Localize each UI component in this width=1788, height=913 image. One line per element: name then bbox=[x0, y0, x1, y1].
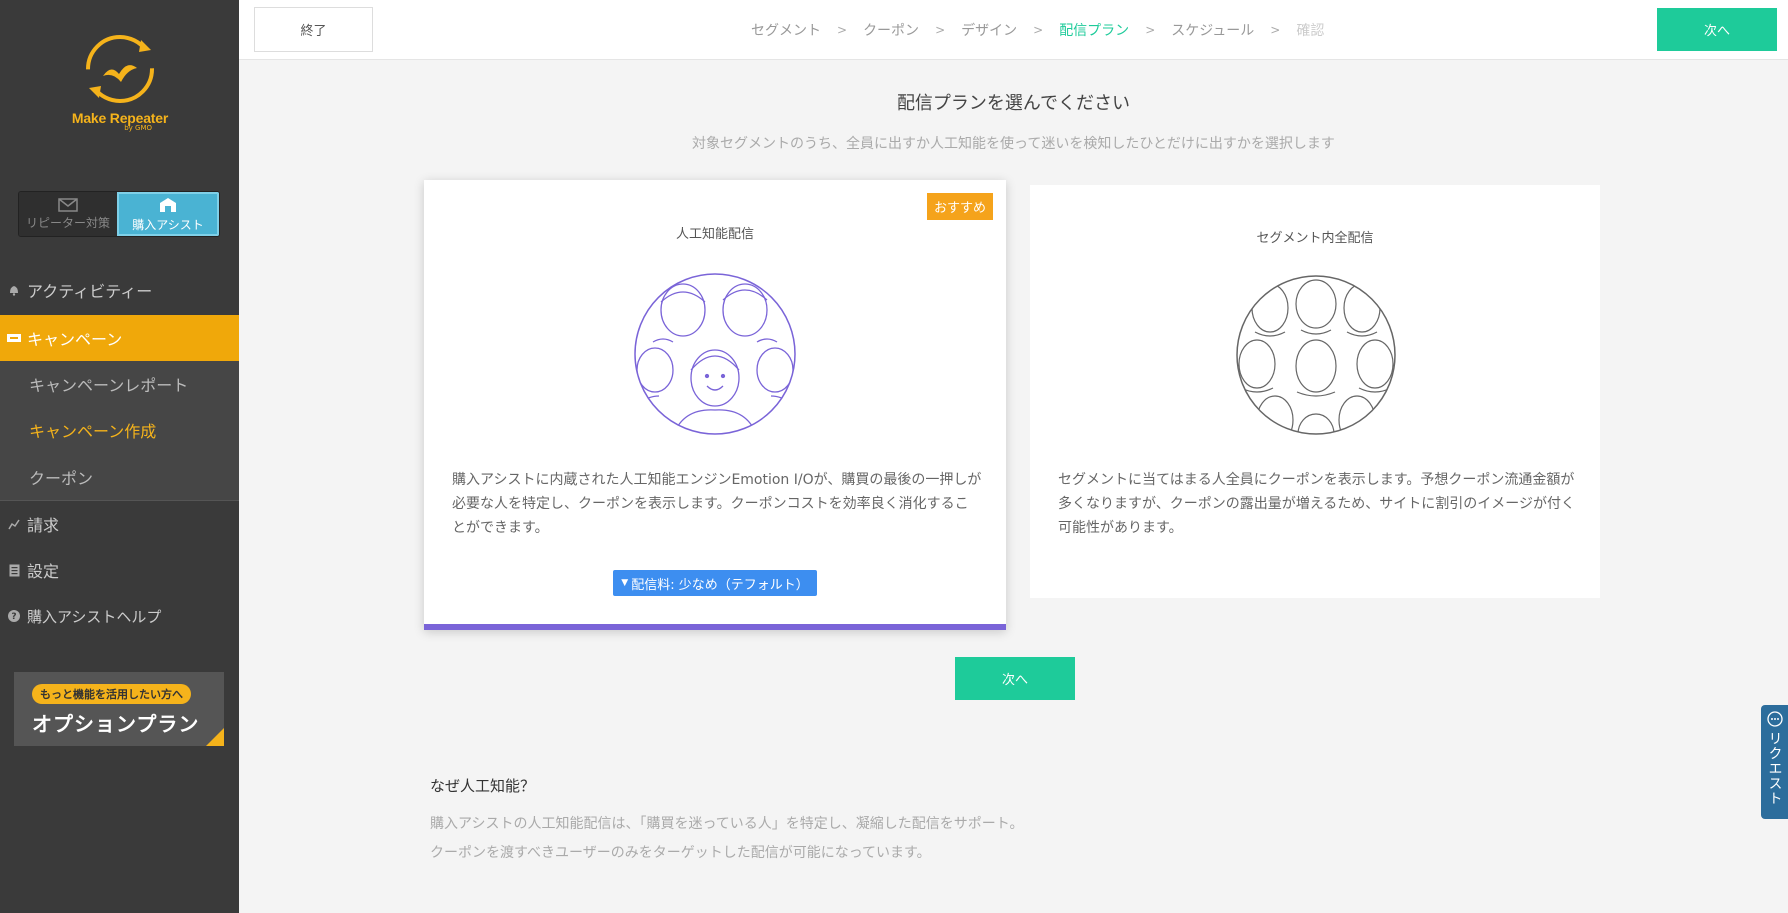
step-delivery-plan[interactable]: 配信プラン bbox=[1059, 20, 1129, 40]
step-breadcrumb: セグメント > クーポン > デザイン > 配信プラン > スケジュール > 確… bbox=[751, 20, 1324, 40]
sidebar: Make Repeater by GMO リピーター対策 購入アシスト アクティ… bbox=[0, 0, 239, 913]
mode-repeater-label: リピーター対策 bbox=[25, 215, 110, 230]
chevron-right-icon: > bbox=[837, 23, 848, 37]
why-ai-title: なぜ人工知能？ bbox=[430, 777, 536, 795]
sidebar-item-label: クーポン bbox=[29, 468, 94, 488]
next-button-top[interactable]: 次へ bbox=[1657, 8, 1777, 51]
sidebar-item-label: アクティビティー bbox=[27, 282, 153, 301]
plan-card-ai[interactable]: おすすめ 人工知能配信 購入アシストに内蔵された人工知能エンジンEmotion … bbox=[424, 180, 1006, 630]
option-plan-title: オプションプラン bbox=[32, 712, 200, 736]
logo-icon bbox=[86, 35, 154, 103]
mode-switch: リピーター対策 購入アシスト bbox=[18, 191, 220, 237]
delivery-fee-label: 配信料: 少なめ（テフォルト） bbox=[631, 577, 809, 593]
plan-card-all-title: セグメント内全配信 bbox=[1256, 231, 1374, 246]
step-design[interactable]: デザイン bbox=[961, 20, 1017, 40]
help-circle-icon: ? bbox=[7, 609, 21, 623]
crowd-all-icon bbox=[1236, 275, 1396, 435]
recommended-badge: おすすめ bbox=[926, 193, 993, 220]
option-plan-banner[interactable]: もっと機能を活用したい方へ オプションプラン bbox=[14, 672, 224, 746]
sidebar-item-settings[interactable]: 設定 bbox=[0, 552, 239, 588]
shop-icon bbox=[160, 197, 176, 212]
sidebar-item-billing[interactable]: 請求 bbox=[0, 506, 239, 542]
sidebar-item-help[interactable]: ? 購入アシストヘルプ bbox=[0, 598, 239, 634]
step-coupon[interactable]: クーポン bbox=[863, 20, 919, 40]
sidebar-item-campaign[interactable]: キャンペーン bbox=[0, 315, 239, 361]
sidebar-item-label: 請求 bbox=[27, 516, 60, 535]
document-icon bbox=[7, 563, 21, 577]
sidebar-item-campaign-create[interactable]: キャンペーン作成 bbox=[0, 407, 239, 453]
bell-icon bbox=[7, 283, 21, 297]
mode-assist-button[interactable]: 購入アシスト bbox=[117, 192, 219, 236]
crowd-highlight-icon bbox=[634, 273, 796, 435]
request-tab-label: リクエスト bbox=[1766, 731, 1783, 806]
sidebar-item-label: 設定 bbox=[27, 562, 60, 581]
ticket-icon bbox=[7, 331, 21, 345]
caret-down-icon: ▼ bbox=[621, 578, 629, 588]
corner-triangle-icon bbox=[206, 728, 224, 746]
chat-bubble-icon bbox=[1766, 711, 1783, 727]
next-button[interactable]: 次へ bbox=[955, 657, 1075, 700]
plan-card-all-desc: セグメントに当てはまる人全員にクーポンを表示します。予想クーポン流通金額が多くな… bbox=[1058, 472, 1576, 536]
step-segment[interactable]: セグメント bbox=[751, 20, 821, 40]
sidebar-item-coupon[interactable]: クーポン bbox=[0, 453, 239, 500]
plan-card-ai-desc: 購入アシストに内蔵された人工知能エンジンEmotion I/Oが、購買の最後の一… bbox=[452, 472, 982, 536]
sidebar-item-label: キャンペーン作成 bbox=[29, 422, 157, 441]
chevron-right-icon: > bbox=[1145, 23, 1156, 37]
svg-text:?: ? bbox=[11, 612, 16, 622]
why-ai-line-1: 購入アシストの人工知能配信は、「購買を迷っている人」を特定し、凝縮した配信をサポ… bbox=[430, 816, 1024, 832]
mail-icon bbox=[58, 197, 78, 212]
sidebar-item-label: 購入アシストヘルプ bbox=[27, 607, 162, 626]
sidebar-item-label: キャンペーンレポート bbox=[29, 376, 189, 395]
why-ai-line-2: クーポンを渡すべきユーザーのみをターゲットした配信が可能になっています。 bbox=[430, 845, 931, 861]
chevron-right-icon: > bbox=[935, 23, 946, 37]
sidebar-item-activity[interactable]: アクティビティー bbox=[0, 272, 239, 308]
page-title: 配信プランを選んでください bbox=[896, 93, 1131, 114]
plan-card-ai-title: 人工知能配信 bbox=[675, 227, 754, 242]
step-confirm: 確認 bbox=[1296, 23, 1325, 39]
delivery-fee-dropdown[interactable]: ▼ 配信料: 少なめ（テフォルト） bbox=[613, 570, 817, 596]
request-tab[interactable]: リクエスト bbox=[1761, 705, 1788, 819]
chart-line-icon bbox=[7, 517, 21, 531]
selected-indicator-bar bbox=[424, 624, 1006, 630]
mode-repeater-button[interactable]: リピーター対策 bbox=[19, 192, 117, 236]
sidebar-item-campaign-report[interactable]: キャンペーンレポート bbox=[0, 361, 239, 407]
logo[interactable]: Make Repeater by GMO bbox=[62, 30, 178, 142]
brand-name: Make Repeater bbox=[71, 110, 169, 126]
sidebar-item-label: キャンペーン bbox=[27, 330, 123, 349]
quit-button[interactable]: 終了 bbox=[254, 7, 373, 52]
mode-assist-label: 購入アシスト bbox=[132, 217, 204, 232]
chevron-right-icon: > bbox=[1033, 23, 1044, 37]
header: 終了 セグメント > クーポン > デザイン > 配信プラン > スケジュール … bbox=[239, 0, 1788, 60]
step-schedule[interactable]: スケジュール bbox=[1171, 20, 1254, 40]
sidebar-divider bbox=[0, 500, 239, 501]
chevron-right-icon: > bbox=[1270, 23, 1281, 37]
page-subtitle: 対象セグメントのうち、全員に出すか人工知能を使って迷いを検知したひとだけに出すか… bbox=[692, 136, 1335, 152]
plan-card-all[interactable]: セグメント内全配信 セグメントに当てはまる人全員にクーポンを表示します。予想クー… bbox=[1030, 185, 1600, 598]
option-plan-pill: もっと機能を活用したい方へ bbox=[32, 684, 191, 704]
